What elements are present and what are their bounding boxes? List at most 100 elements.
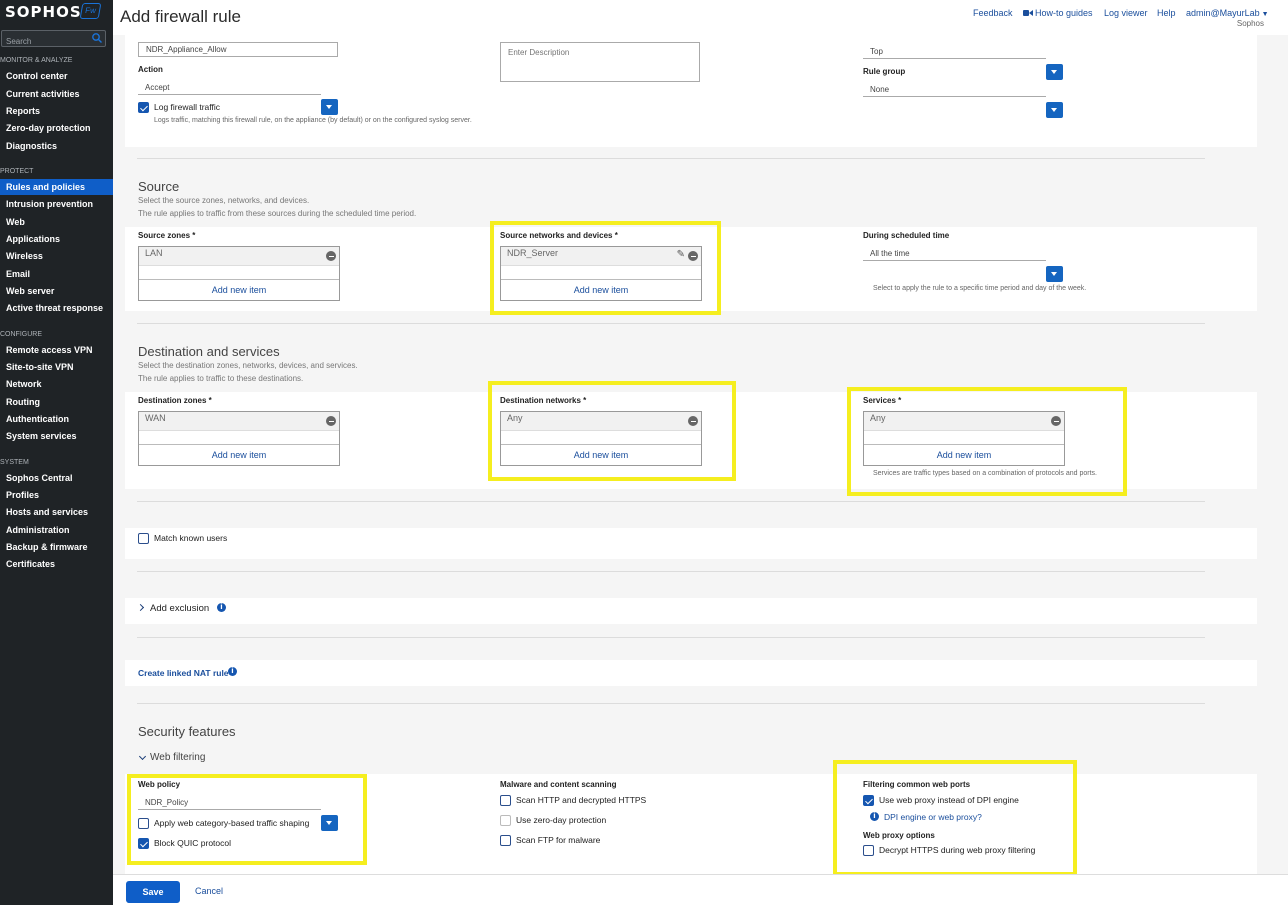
divider [137, 637, 1205, 638]
rule-position-dropdown-button[interactable] [1046, 64, 1063, 80]
header: Add firewall rule Feedback How-to guides… [113, 0, 1288, 35]
sidebar-item-applications[interactable]: Applications [0, 231, 113, 247]
remove-icon[interactable] [326, 251, 336, 261]
footer: Save Cancel [113, 874, 1288, 905]
save-button[interactable]: Save [126, 881, 180, 903]
rule-details-panel: Action Log firewall traffic Logs traffic… [125, 35, 1257, 147]
sidebar-item-diagnostics[interactable]: Diagnostics [0, 138, 113, 154]
match-known-users-label: Match known users [154, 533, 228, 543]
sidebar-item-administration[interactable]: Administration [0, 522, 113, 538]
web-filtering-toggle[interactable]: Web filtering [150, 752, 205, 763]
firewall-badge: Fw [79, 3, 102, 19]
sidebar-item-routing[interactable]: Routing [0, 394, 113, 410]
rule-group-dropdown-button[interactable] [1046, 102, 1063, 118]
sidebar-item-email[interactable]: Email [0, 266, 113, 282]
remove-icon[interactable] [326, 416, 336, 426]
sidebar-item-certificates[interactable]: Certificates [0, 556, 113, 572]
help-link[interactable]: Help [1157, 8, 1176, 18]
sidebar-item-rules-and-policies[interactable]: Rules and policies [0, 179, 113, 195]
sidebar-item-intrusion-prevention[interactable]: Intrusion prevention [0, 196, 113, 212]
nat-panel: Create linked NAT rule i [125, 660, 1257, 686]
info-icon[interactable]: i [217, 603, 226, 612]
schedule-dropdown-button[interactable] [1046, 266, 1063, 282]
sidebar-item-wireless[interactable]: Wireless [0, 248, 113, 264]
highlight-box [847, 387, 1127, 496]
sidebar-section-protect: PROTECT [0, 168, 34, 175]
add-source-zone-button[interactable]: Add new item [139, 279, 339, 300]
scan-http-checkbox[interactable] [500, 795, 511, 806]
user-menu[interactable]: admin@MayurLab ▼ [1186, 8, 1269, 18]
sidebar-item-sophos-central[interactable]: Sophos Central [0, 470, 113, 486]
action-select[interactable] [138, 80, 321, 95]
source-desc-2: The rule applies to traffic from these s… [138, 209, 417, 218]
zero-day-label: Use zero-day protection [516, 815, 607, 825]
zero-day-checkbox[interactable] [500, 815, 511, 826]
sidebar-item-hosts-and-services[interactable]: Hosts and services [0, 504, 113, 520]
divider [137, 158, 1205, 159]
info-icon[interactable]: i [228, 667, 237, 676]
chevron-right-icon[interactable] [136, 603, 145, 612]
log-traffic-hint: Logs traffic, matching this firewall rul… [154, 117, 472, 124]
chevron-down-icon: ▼ [1259, 11, 1269, 18]
destination-zones-list: WAN Add new item [138, 411, 340, 466]
source-zones-label: Source zones * [138, 231, 196, 240]
sidebar-item-authentication[interactable]: Authentication [0, 411, 113, 427]
rule-name-field[interactable] [138, 42, 338, 57]
exclusion-panel: Add exclusion i [125, 598, 1257, 624]
source-desc: Select the source zones, networks, and d… [138, 196, 310, 205]
highlight-box [490, 221, 721, 315]
cancel-button[interactable]: Cancel [195, 886, 223, 896]
video-icon [1023, 10, 1033, 16]
how-to-guides-link[interactable]: How-to guides [1035, 8, 1093, 18]
sidebar-item-web-server[interactable]: Web server [0, 283, 113, 299]
match-known-users-checkbox[interactable] [138, 533, 149, 544]
sidebar-item-web[interactable]: Web [0, 214, 113, 230]
log-firewall-traffic-label: Log firewall traffic [154, 102, 220, 112]
add-destination-zone-button[interactable]: Add new item [139, 444, 339, 465]
page-title: Add firewall rule [120, 7, 241, 26]
sidebar-item-current-activities[interactable]: Current activities [0, 86, 113, 102]
source-zones-list: LAN Add new item [138, 246, 340, 301]
sidebar: SOPHOS Fw MONITOR & ANALYZE Control cent… [0, 0, 113, 905]
sidebar-item-remote-access-vpn[interactable]: Remote access VPN [0, 342, 113, 358]
description-field[interactable] [500, 42, 700, 82]
rule-group-select[interactable] [863, 82, 1046, 97]
sidebar-item-backup-firmware[interactable]: Backup & firmware [0, 539, 113, 555]
sidebar-item-zero-day-protection[interactable]: Zero-day protection [0, 120, 113, 136]
sidebar-item-network[interactable]: Network [0, 376, 113, 392]
destination-desc: Select the destination zones, networks, … [138, 361, 358, 370]
malware-scanning-label: Malware and content scanning [500, 780, 617, 789]
search-icon[interactable] [91, 32, 103, 44]
sidebar-item-system-services[interactable]: System services [0, 428, 113, 444]
sidebar-item-profiles[interactable]: Profiles [0, 487, 113, 503]
highlight-box [127, 774, 367, 865]
divider [137, 323, 1205, 324]
sophos-logo: SOPHOS [5, 3, 82, 21]
schedule-select[interactable] [863, 246, 1046, 261]
sidebar-item-reports[interactable]: Reports [0, 103, 113, 119]
log-firewall-traffic-checkbox[interactable] [138, 102, 149, 113]
list-item: WAN [139, 412, 339, 431]
sidebar-item-site-to-site-vpn[interactable]: Site-to-site VPN [0, 359, 113, 375]
list-item: LAN [139, 247, 339, 266]
sidebar-item-control-center[interactable]: Control center [0, 68, 113, 84]
sidebar-search [1, 30, 106, 49]
rule-position-select[interactable] [863, 44, 1046, 59]
log-viewer-link[interactable]: Log viewer [1104, 8, 1148, 18]
sidebar-item-active-threat-response[interactable]: Active threat response [0, 300, 113, 316]
security-features-title: Security features [138, 724, 236, 739]
divider [137, 501, 1205, 502]
add-exclusion-toggle[interactable]: Add exclusion [150, 603, 209, 614]
action-dropdown-button[interactable] [321, 99, 338, 115]
destination-title: Destination and services [138, 344, 280, 359]
schedule-hint: Select to apply the rule to a specific t… [873, 285, 1087, 292]
scan-http-label: Scan HTTP and decrypted HTTPS [516, 795, 647, 805]
search-input[interactable] [2, 34, 92, 49]
chevron-down-icon[interactable] [138, 752, 147, 761]
feedback-link[interactable]: Feedback [973, 8, 1013, 18]
scan-ftp-checkbox[interactable] [500, 835, 511, 846]
sidebar-section-monitor: MONITOR & ANALYZE [0, 57, 73, 64]
highlight-box [488, 381, 736, 481]
highlight-box [833, 760, 1077, 874]
create-linked-nat-link[interactable]: Create linked NAT rule [138, 668, 229, 678]
